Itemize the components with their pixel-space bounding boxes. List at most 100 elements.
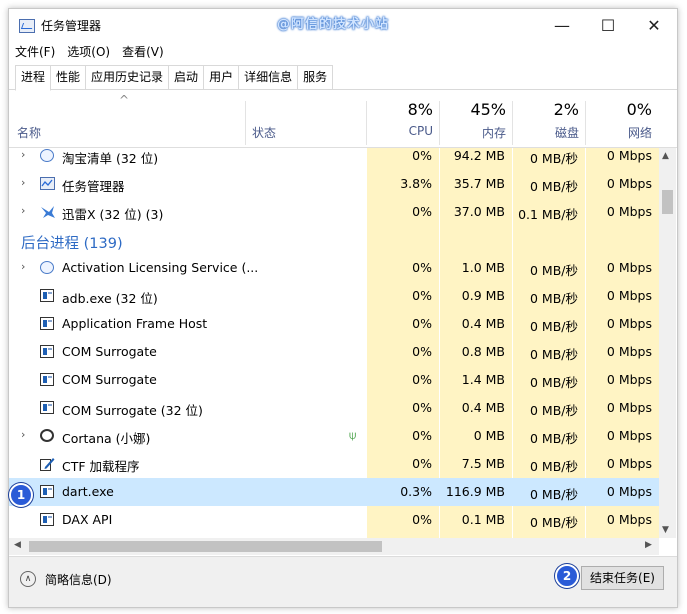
process-name: Cortana (小娜) <box>62 431 151 446</box>
process-name: 任务管理器 <box>62 179 125 194</box>
process-name: dart.exe <box>62 484 114 499</box>
process-row[interactable]: COM Surrogate (32 位) 0% 0.4 MB 0 MB/秒 0 Mbps <box>9 394 659 422</box>
vertical-scrollbar[interactable]: ▲ ▼ <box>659 148 676 538</box>
process-row[interactable]: adb.exe (32 位) 0% 0.9 MB 0 MB/秒 0 Mbps <box>9 282 659 310</box>
pen-edit-icon <box>40 457 55 471</box>
memory-value: 0.4 MB <box>461 316 505 331</box>
cpu-value: 0.3% <box>400 484 432 499</box>
cpu-value: 0% <box>412 512 432 527</box>
disk-value: 0 MB/秒 <box>530 403 578 418</box>
tab-users[interactable]: 用户 <box>203 65 240 89</box>
cpu-value: 0% <box>412 400 432 415</box>
column-cpu[interactable]: CPU <box>363 124 433 138</box>
memory-value: 37.0 MB <box>453 204 505 219</box>
process-row[interactable]: › Activation Licensing Service (... 0% 1.0 … <box>9 254 659 282</box>
group-title: 后台进程 (139) <box>21 236 123 252</box>
step-badge-2: 2 <box>555 564 579 588</box>
vertical-scroll-thumb[interactable] <box>662 190 673 214</box>
disk-value: 0 MB/秒 <box>530 515 578 530</box>
disk-value: 0 MB/秒 <box>530 179 578 194</box>
thunder-bird-icon <box>40 205 55 218</box>
expand-chevron-icon[interactable]: › <box>21 260 25 273</box>
cpu-value: 0% <box>412 204 432 219</box>
column-name[interactable]: 名称 <box>17 124 41 141</box>
tab-app-history[interactable]: 应用历史记录 <box>85 65 170 89</box>
process-row[interactable]: Application Frame Host 0% 0.4 MB 0 MB/秒 0 Mb… <box>9 310 659 338</box>
cpu-value: 0% <box>412 148 432 163</box>
menu-options[interactable]: 选项(O) <box>61 41 116 63</box>
disk-value: 0 MB/秒 <box>530 459 578 474</box>
task-manager-icon <box>40 177 55 190</box>
app-window-icon <box>40 317 54 330</box>
process-row[interactable]: dart.exe 0.3% 116.9 MB 0 MB/秒 0 Mbps <box>9 478 659 506</box>
fewer-details-link[interactable]: 简略信息(D) <box>45 571 112 588</box>
minimize-button[interactable]: — <box>539 9 585 41</box>
tab-processes[interactable]: 进程 <box>15 65 52 91</box>
tab-startup[interactable]: 启动 <box>168 65 205 89</box>
expand-chevron-icon[interactable]: › <box>21 148 25 161</box>
process-row[interactable]: › 淘宝清单 (32 位) 0% 94.2 MB 0 MB/秒 0 Mbps <box>9 148 659 170</box>
horizontal-scrollbar[interactable]: ◀ ▶ <box>9 538 659 555</box>
disk-value: 0 MB/秒 <box>530 319 578 334</box>
memory-total: 45% <box>470 100 506 119</box>
horizontal-scroll-thumb[interactable] <box>29 541 382 552</box>
scroll-down-icon[interactable]: ▼ <box>662 525 669 535</box>
disk-value: 0 MB/秒 <box>530 375 578 390</box>
scroll-right-icon[interactable]: ▶ <box>645 540 652 550</box>
app-window-icon <box>40 401 54 414</box>
maximize-button[interactable]: ☐ <box>585 9 631 41</box>
app-window-icon <box>40 513 54 526</box>
network-total: 0% <box>626 100 652 119</box>
expand-chevron-icon[interactable]: › <box>21 176 25 189</box>
menu-file[interactable]: 文件(F) <box>9 41 61 63</box>
window-title: 任务管理器 <box>41 19 102 33</box>
process-row[interactable]: › 迅雷X (32 位) (3) 0% 37.0 MB 0.1 MB/秒 0 Mbps <box>9 198 659 226</box>
memory-value: 35.7 MB <box>453 176 505 191</box>
network-value: 0 Mbps <box>606 176 652 191</box>
cpu-value: 0% <box>412 288 432 303</box>
column-header: ^ 名称 状态 8% CPU 45% 内存 2% 磁盘 0% 网络 <box>9 91 677 148</box>
scroll-left-icon[interactable]: ◀ <box>14 540 21 550</box>
expand-chevron-icon[interactable]: › <box>21 428 25 441</box>
disk-value: 0 MB/秒 <box>530 431 578 446</box>
memory-value: 0.9 MB <box>461 288 505 303</box>
column-divider[interactable] <box>245 101 246 145</box>
network-value: 0 Mbps <box>606 204 652 219</box>
process-name: adb.exe (32 位) <box>62 291 158 306</box>
process-name: CTF 加载程序 <box>62 459 140 474</box>
column-memory[interactable]: 内存 <box>436 124 506 141</box>
close-button[interactable]: ✕ <box>631 9 677 41</box>
process-row[interactable]: › Cortana (小娜) ⍦ 0% 0 MB 0 MB/秒 0 Mbps <box>9 422 659 450</box>
disk-value: 0 MB/秒 <box>530 151 578 166</box>
network-value: 0 Mbps <box>606 260 652 275</box>
process-row[interactable]: COM Surrogate 0% 0.8 MB 0 MB/秒 0 Mbps <box>9 338 659 366</box>
group-header-background: 后台进程 (139) <box>9 226 659 254</box>
memory-value: 0 MB <box>473 428 505 443</box>
memory-value: 0.8 MB <box>461 344 505 359</box>
network-value: 0 Mbps <box>606 316 652 331</box>
network-value: 0 Mbps <box>606 148 652 163</box>
expand-chevron-icon[interactable]: › <box>21 204 25 217</box>
disk-value: 0 MB/秒 <box>530 263 578 278</box>
column-disk[interactable]: 磁盘 <box>509 124 579 141</box>
process-name: COM Surrogate <box>62 344 157 359</box>
chevron-up-icon[interactable]: ∧ <box>20 571 36 587</box>
menu-view[interactable]: 查看(V) <box>116 41 170 63</box>
cpu-value: 0% <box>412 372 432 387</box>
network-value: 0 Mbps <box>606 456 652 471</box>
tab-details[interactable]: 详细信息 <box>238 65 299 89</box>
end-task-button[interactable]: 结束任务(E) <box>581 566 664 590</box>
cpu-value: 0% <box>412 428 432 443</box>
process-name: Activation Licensing Service (... <box>62 260 259 275</box>
scroll-up-icon[interactable]: ▲ <box>662 151 669 161</box>
tab-services[interactable]: 服务 <box>297 65 334 89</box>
process-row[interactable]: › 任务管理器 3.8% 35.7 MB 0 MB/秒 0 Mbps <box>9 170 659 198</box>
process-row[interactable]: COM Surrogate 0% 1.4 MB 0 MB/秒 0 Mbps <box>9 366 659 394</box>
process-name: 迅雷X (32 位) (3) <box>62 207 164 222</box>
process-row[interactable]: CTF 加载程序 0% 7.5 MB 0 MB/秒 0 Mbps <box>9 450 659 478</box>
process-row[interactable]: DAX API 0% 0.1 MB 0 MB/秒 0 Mbps <box>9 506 659 534</box>
tab-performance[interactable]: 性能 <box>50 65 87 89</box>
column-network[interactable]: 网络 <box>582 124 652 141</box>
cpu-value: 0% <box>412 344 432 359</box>
column-status[interactable]: 状态 <box>252 124 276 141</box>
